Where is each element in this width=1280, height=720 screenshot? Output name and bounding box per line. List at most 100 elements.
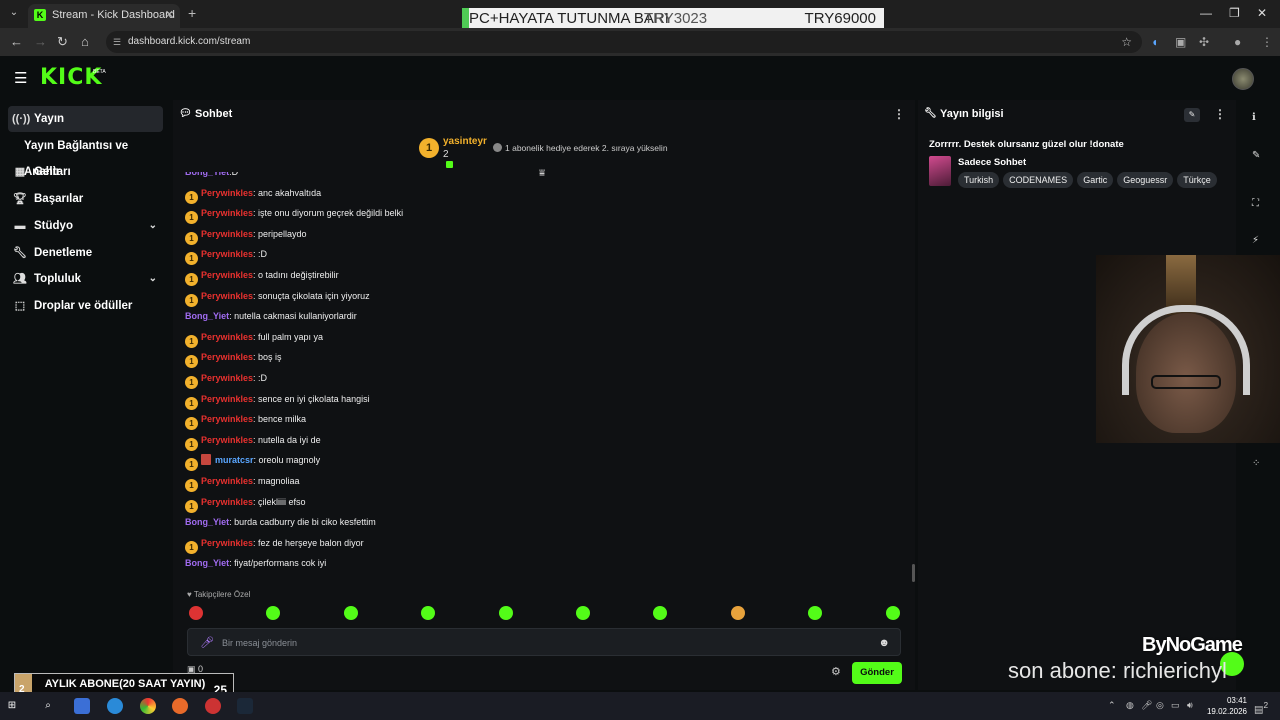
sidebar-item-yayin[interactable]: ((·)) Yayın	[8, 106, 163, 132]
browser-tab-active[interactable]: K Stream - Kick Dashboard ✕	[28, 4, 180, 28]
notification-icon[interactable]: ▤2	[1254, 700, 1268, 715]
firefox-icon[interactable]	[172, 698, 188, 714]
chat-username[interactable]: Perywinkles	[201, 188, 253, 198]
user-avatar[interactable]	[1232, 68, 1254, 90]
browser-menu-icon[interactable]: ⋮	[1261, 35, 1273, 49]
emote-icon[interactable]	[189, 606, 203, 620]
extension-icon[interactable]: ▣	[1175, 35, 1186, 49]
sidebar-item-droplar[interactable]: ⬚ Droplar ve ödüller	[8, 293, 163, 319]
glasses	[1151, 375, 1221, 389]
microphone-icon[interactable]: 🎤︎	[200, 629, 214, 657]
chat-username[interactable]: Perywinkles	[201, 229, 253, 239]
chat-username[interactable]: muratcsr	[215, 455, 254, 465]
chat-username[interactable]: Perywinkles	[201, 414, 253, 424]
extensions-puzzle-icon[interactable]: ✣	[1199, 35, 1209, 49]
new-tab-icon[interactable]: +	[188, 5, 196, 21]
minimize-icon[interactable]: —	[1200, 6, 1212, 20]
tray-icon[interactable]: ◍	[1126, 700, 1134, 711]
sidebar-item-topluluk[interactable]: 👥︎ Topluluk ⌄	[8, 266, 163, 292]
stream-tag[interactable]: Türkçe	[1177, 172, 1217, 188]
emote-icon[interactable]	[576, 606, 590, 620]
chat-username[interactable]: Bong_Yiet	[185, 517, 229, 527]
emote-icon[interactable]	[808, 606, 823, 620]
chat-input[interactable]: 🎤︎ Bir mesaj gönderin ☻	[187, 628, 901, 656]
emote-icon[interactable]	[421, 606, 436, 620]
forward-icon[interactable]: →	[34, 34, 47, 49]
volume-icon[interactable]: 🔊︎	[1187, 700, 1193, 711]
start-icon[interactable]: ⊞	[4, 698, 20, 714]
chat-username[interactable]: Perywinkles	[201, 497, 253, 507]
maximize-icon[interactable]: ❐	[1229, 6, 1240, 20]
reload-icon[interactable]: ↻	[57, 34, 68, 50]
app-icon[interactable]	[74, 698, 90, 714]
hamburger-menu-icon[interactable]: ☰	[14, 69, 27, 87]
obs-icon[interactable]	[205, 698, 221, 714]
chat-username[interactable]: Perywinkles	[201, 352, 253, 362]
microphone-tray-icon[interactable]: 🎤︎	[1141, 700, 1152, 711]
sidebar-item-denetleme[interactable]: 🔧︎ Denetleme	[8, 240, 163, 266]
extension-icon[interactable]: ◖	[1151, 35, 1158, 49]
chat-username[interactable]: Perywinkles	[201, 538, 253, 548]
emote-icon[interactable]	[498, 606, 513, 620]
stream-tag[interactable]: CODENAMES	[1003, 172, 1074, 188]
chat-username[interactable]: Perywinkles	[201, 249, 253, 259]
sidebar-item-basarilar[interactable]: 🏆︎ Başarılar	[8, 186, 163, 212]
chat-username[interactable]: Bong_Yiet	[185, 311, 229, 321]
apps-icon[interactable]: ⁘	[1252, 458, 1260, 469]
chat-username[interactable]: Perywinkles	[201, 435, 253, 445]
emote-icon[interactable]	[266, 606, 281, 620]
chat-username[interactable]: Perywinkles	[201, 394, 253, 404]
sub-goal-label: AYLIK ABONE(20 SAAT YAYIN)	[44, 678, 206, 690]
stream-tag[interactable]: Geoguessr	[1117, 172, 1174, 188]
sidebar-item-label: Topluluk	[34, 273, 82, 285]
chat-username[interactable]: Perywinkles	[201, 373, 253, 383]
chat-options-icon[interactable]: ⋮	[893, 100, 905, 128]
stream-tag[interactable]: Turkish	[958, 172, 1000, 188]
chat-text: : sonuçta çikolata için yiyoruz	[253, 290, 370, 301]
chat-username[interactable]: Perywinkles	[201, 291, 253, 301]
close-window-icon[interactable]: ✕	[1257, 6, 1267, 20]
chat-settings-gear-icon[interactable]: ⚙	[831, 665, 841, 678]
tab-search-icon[interactable]: ⌄	[6, 7, 22, 21]
steam-icon[interactable]	[237, 698, 253, 714]
edge-icon[interactable]	[107, 698, 123, 714]
emote-icon[interactable]	[885, 606, 900, 620]
close-tab-icon[interactable]: ✕	[165, 8, 174, 21]
emote-icon[interactable]	[343, 606, 358, 620]
home-icon[interactable]: ⌂	[81, 34, 89, 49]
address-bar[interactable]: ☰ dashboard.kick.com/stream ☆	[106, 31, 1142, 53]
chat-username[interactable]: Bong_Yiet	[185, 172, 229, 177]
emoji-picker-icon[interactable]: ☻	[878, 629, 890, 657]
chat-username[interactable]: Bong_Yiet	[185, 558, 229, 568]
chrome-icon[interactable]	[140, 698, 156, 714]
lightning-icon[interactable]: ⚡︎	[1252, 235, 1259, 246]
chat-username[interactable]: Perywinkles	[201, 332, 253, 342]
stream-info-options-icon[interactable]: ⋮	[1214, 100, 1226, 128]
chat-username[interactable]: Perywinkles	[201, 208, 253, 218]
tray-chevron-icon[interactable]: ⌃	[1108, 700, 1116, 711]
sidebar-item-studyo[interactable]: ▬ Stüdyo ⌄	[8, 213, 163, 239]
gift-icon	[446, 161, 453, 168]
profile-icon[interactable]: ●	[1234, 35, 1241, 49]
chat-text: : boş iş	[253, 352, 282, 363]
emote-icon[interactable]	[730, 606, 745, 620]
chat-scrollbar[interactable]	[912, 564, 915, 582]
search-icon[interactable]: ⌕	[40, 698, 56, 714]
chat-username[interactable]: Perywinkles	[201, 270, 253, 280]
tray-icon[interactable]: ◎	[1156, 700, 1164, 711]
info-icon[interactable]: ℹ	[1252, 112, 1256, 123]
network-icon[interactable]: ▭	[1171, 700, 1180, 711]
emote-icon[interactable]	[653, 606, 668, 620]
stream-tag[interactable]: Gartic	[1077, 172, 1114, 188]
pencil-icon[interactable]: ✎	[1252, 150, 1260, 161]
site-info-icon[interactable]: ☰	[113, 31, 121, 53]
chat-username[interactable]: Perywinkles	[201, 476, 253, 486]
bookmark-star-icon[interactable]: ☆	[1121, 31, 1132, 53]
sidebar-item-stream-key[interactable]: Yayın Bağlantısı ve Anahtarı	[8, 133, 163, 178]
expand-icon[interactable]: ⛶	[1252, 198, 1259, 209]
send-button[interactable]: Gönder	[852, 662, 902, 684]
system-clock[interactable]: 03:41 19.02.2026	[1199, 695, 1247, 717]
edit-pencil-icon[interactable]: ✎	[1184, 108, 1200, 122]
sidebar-item-gelir[interactable]: ▦ Gelir	[8, 159, 163, 185]
back-icon[interactable]: ←	[10, 34, 23, 49]
